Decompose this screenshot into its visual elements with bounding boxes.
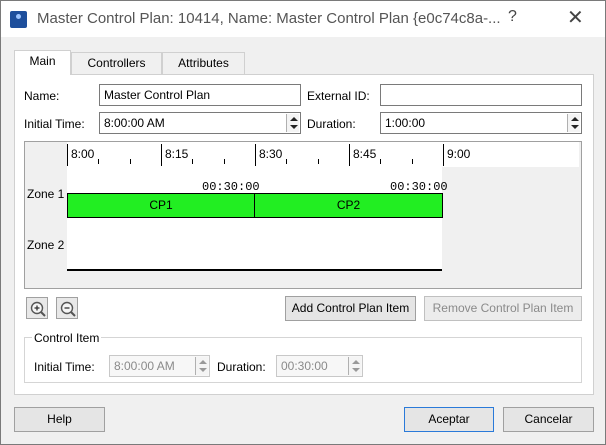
minor-tick <box>130 159 131 164</box>
initial-time-label: Initial Time: <box>24 117 85 131</box>
spin-down-icon[interactable] <box>290 125 298 129</box>
control-initial-time-label: Initial Time: <box>34 360 95 374</box>
initial-time-spinner[interactable] <box>286 114 299 132</box>
zone-column: Zone 1 Zone 2 <box>25 167 67 269</box>
tab-controllers[interactable]: Controllers <box>71 52 162 74</box>
control-plan-timeline[interactable]: 8:00 8:15 8:30 8:45 9:00 Zone 1 Zone 2 0… <box>24 141 582 289</box>
title-bar: Master Control Plan: 10414, Name: Master… <box>1 1 605 37</box>
minor-tick <box>286 159 287 164</box>
duration-label: Duration: <box>307 117 356 131</box>
tick-label: 8:00 <box>71 147 95 161</box>
major-tick <box>161 144 162 166</box>
spin-up-icon[interactable] <box>571 117 579 121</box>
accept-button[interactable]: Aceptar <box>404 407 494 432</box>
app-icon <box>10 11 27 28</box>
minor-tick <box>318 159 319 164</box>
tab-main[interactable]: Main <box>14 50 71 75</box>
external-id-field[interactable] <box>380 84 582 106</box>
time-ruler: 8:00 8:15 8:30 8:45 9:00 <box>67 142 579 167</box>
minor-tick <box>224 159 225 164</box>
spin-up-icon[interactable] <box>352 360 360 364</box>
zoom-out-button[interactable] <box>56 297 78 319</box>
control-duration-label: Duration: <box>217 360 266 374</box>
remove-control-plan-item-button[interactable]: Remove Control Plan Item <box>424 296 582 321</box>
control-duration-field[interactable]: 00:30:00 <box>276 355 363 377</box>
zoom-in-icon <box>30 301 46 317</box>
zone-label: Zone 2 <box>27 238 65 252</box>
zoom-out-icon <box>60 301 76 317</box>
zoom-in-button[interactable] <box>26 297 48 319</box>
major-tick <box>349 144 350 166</box>
tab-attributes[interactable]: Attributes <box>162 52 245 74</box>
minor-tick <box>192 159 193 164</box>
help-button[interactable]: Help <box>14 407 105 432</box>
control-item-title: Control Item <box>32 331 102 345</box>
minor-tick <box>380 159 381 164</box>
spin-down-icon[interactable] <box>352 368 360 372</box>
add-control-plan-item-button[interactable]: Add Control Plan Item <box>285 296 416 321</box>
initial-time-value: 8:00:00 AM <box>104 116 165 130</box>
duration-spinner[interactable] <box>567 114 580 132</box>
zone-label: Zone 1 <box>27 187 65 201</box>
cp1-duration: 00:30:00 <box>202 180 260 194</box>
tick-label: 8:15 <box>165 147 189 161</box>
spin-down-icon[interactable] <box>571 125 579 129</box>
tick-label: 8:45 <box>353 147 377 161</box>
control-duration-value: 00:30:00 <box>281 359 328 373</box>
tick-label: 8:30 <box>259 147 283 161</box>
cancel-button[interactable]: Cancelar <box>503 407 594 432</box>
name-label: Name: <box>24 89 60 103</box>
spin-up-icon[interactable] <box>199 360 207 364</box>
control-initial-time-value: 8:00:00 AM <box>114 359 175 373</box>
dialog-window: Master Control Plan: 10414, Name: Master… <box>0 0 606 445</box>
control-initial-time-field[interactable]: 8:00:00 AM <box>109 355 210 377</box>
close-icon[interactable]: ✕ <box>567 5 584 30</box>
name-field[interactable]: Master Control Plan <box>99 84 301 106</box>
help-icon[interactable]: ? <box>508 8 517 26</box>
spin-up-icon[interactable] <box>290 117 298 121</box>
minor-tick <box>412 159 413 164</box>
major-tick <box>255 144 256 166</box>
minor-tick <box>98 159 99 164</box>
control-duration-spinner[interactable] <box>348 357 361 375</box>
timeline-plot-area[interactable]: 00:30:00 00:30:00 CP1 CP2 <box>67 167 448 271</box>
initial-time-field[interactable]: 8:00:00 AM <box>99 112 301 134</box>
tick-label: 9:00 <box>447 147 471 161</box>
external-id-label: External ID: <box>307 89 370 103</box>
window-title: Master Control Plan: 10414, Name: Master… <box>37 10 501 27</box>
major-tick <box>443 144 444 166</box>
spin-down-icon[interactable] <box>199 368 207 372</box>
control-initial-time-spinner[interactable] <box>195 357 208 375</box>
major-tick <box>67 144 68 166</box>
cp2-duration: 00:30:00 <box>390 180 448 194</box>
control-plan-item-cp2[interactable]: CP2 <box>254 193 443 218</box>
duration-value: 1:00:00 <box>385 116 426 130</box>
duration-field[interactable]: 1:00:00 <box>380 112 582 134</box>
control-plan-item-cp1[interactable]: CP1 <box>67 193 255 218</box>
